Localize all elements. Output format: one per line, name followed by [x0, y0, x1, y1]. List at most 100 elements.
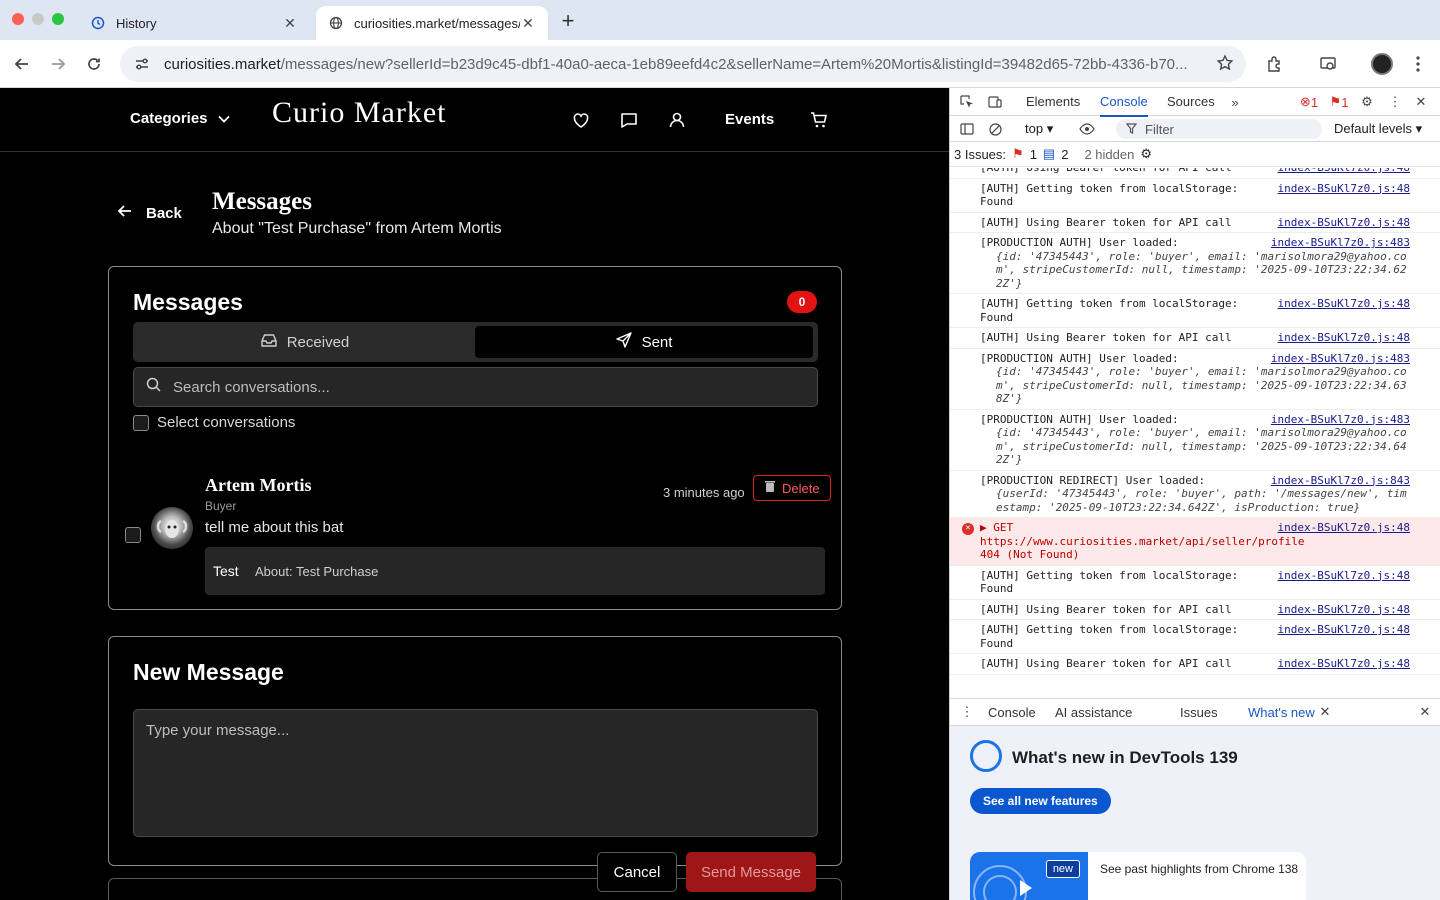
log-source-link[interactable]: index-BSuKl7z0.js:48 [1278, 521, 1410, 535]
issues-settings-icon[interactable]: ⚙ [1140, 146, 1152, 162]
page-subtitle: About "Test Purchase" from Artem Mortis [212, 220, 502, 237]
profile-avatar[interactable] [1370, 52, 1394, 76]
cancel-button[interactable]: Cancel [597, 852, 677, 892]
log-source-link[interactable]: index-BSuKl7z0.js:48 [1278, 569, 1410, 583]
log-source-link[interactable]: index-BSuKl7z0.js:48 [1278, 168, 1410, 175]
tab-history[interactable]: History ✕ [78, 6, 310, 40]
received-tab[interactable]: Received [136, 326, 474, 358]
log-source-link[interactable]: index-BSuKl7z0.js:48 [1278, 216, 1410, 230]
conversation-name: Artem Mortis [205, 475, 312, 495]
issues-error-icon: ⚑ [1012, 146, 1024, 161]
issues-bar[interactable]: 3 Issues: ⚑ 1 ▤ 2 2 hidden ⚙ [950, 142, 1440, 167]
events-link[interactable]: Events [725, 111, 774, 128]
cart-icon[interactable] [809, 110, 829, 130]
minimize-window-button[interactable] [32, 13, 44, 25]
tab-sources[interactable]: Sources [1167, 94, 1215, 109]
see-all-features-button[interactable]: See all new features [970, 788, 1111, 814]
select-conversations-label: Select conversations [157, 414, 296, 431]
close-drawer-tab-icon[interactable]: ✕ [1316, 703, 1334, 721]
drawer-tab-issues[interactable]: Issues [1180, 705, 1218, 720]
log-source-link[interactable]: index-BSuKl7z0.js:48 [1278, 331, 1410, 345]
new-message-title: New Message [133, 659, 284, 685]
eye-icon[interactable] [1078, 120, 1096, 138]
browser-menu-icon[interactable] [1406, 52, 1430, 76]
log-source-link[interactable]: index-BSuKl7z0.js:48 [1278, 182, 1410, 196]
log-source-link[interactable]: index-BSuKl7z0.js:483 [1271, 352, 1410, 366]
devtools-menu-icon[interactable]: ⋮ [1386, 93, 1404, 111]
log-source-link[interactable]: index-BSuKl7z0.js:48 [1278, 603, 1410, 617]
categories-menu[interactable]: Categories [130, 110, 230, 127]
close-window-button[interactable] [12, 13, 24, 25]
log-source-link[interactable]: index-BSuKl7z0.js:48 [1278, 657, 1410, 671]
address-bar[interactable]: curiosities.market/messages/new?sellerId… [120, 46, 1246, 82]
conversation-time: 3 minutes ago [663, 485, 745, 500]
avatar [151, 507, 193, 549]
error-count[interactable]: ⊗ 1 [1292, 93, 1326, 111]
tab-console[interactable]: Console [1100, 94, 1148, 117]
back-button[interactable]: Back [117, 204, 182, 222]
more-tabs-icon[interactable]: » [1226, 93, 1244, 111]
bookmark-star-icon[interactable] [1216, 54, 1234, 77]
issues-label: 3 Issues: [954, 146, 1007, 162]
close-devtools-icon[interactable]: ✕ [1412, 93, 1430, 111]
sent-tab[interactable]: Sent [475, 326, 813, 358]
close-tab-icon[interactable]: ✕ [282, 15, 298, 31]
user-icon[interactable] [667, 110, 687, 130]
page-title: Messages [212, 188, 312, 215]
new-tab-button[interactable]: + [556, 8, 580, 33]
heart-icon[interactable] [571, 110, 591, 130]
delete-button[interactable]: Delete [753, 475, 831, 501]
select-all-checkbox[interactable] [133, 414, 149, 431]
site-settings-icon[interactable] [132, 54, 152, 74]
log-source-link[interactable]: index-BSuKl7z0.js:48 [1278, 623, 1410, 637]
reload-icon[interactable] [82, 52, 106, 76]
media-cast-icon[interactable] [1316, 52, 1340, 76]
log-message: [PRODUCTION AUTH] User loaded: [980, 236, 1179, 249]
log-object[interactable]: {id: '47345443', role: 'buyer', email: '… [980, 250, 1411, 291]
drawer-tab-console[interactable]: Console [988, 705, 1036, 720]
send-message-button[interactable]: Send Message [686, 852, 816, 892]
log-object[interactable]: {id: '47345443', role: 'buyer', email: '… [980, 365, 1411, 406]
conversation-checkbox[interactable] [125, 527, 141, 543]
listing-reference[interactable]: Test About: Test Purchase [205, 547, 825, 595]
filter-input[interactable]: Filter [1116, 119, 1322, 139]
log-message: [AUTH] Using Bearer token for API call [980, 168, 1260, 175]
message-square-icon[interactable] [619, 110, 639, 130]
log-object[interactable]: {id: '47345443', role: 'buyer', email: '… [980, 426, 1411, 467]
close-tab-icon[interactable]: ✕ [520, 15, 536, 31]
search-input[interactable] [173, 378, 773, 396]
back-arrow-icon[interactable] [10, 52, 34, 76]
tab-messages[interactable]: curiosities.market/messages/ ✕ [316, 6, 548, 40]
site-logo[interactable]: Curio Market [272, 96, 446, 130]
maximize-window-button[interactable] [52, 13, 64, 25]
past-highlights-card[interactable]: new See past highlights from Chrome 138 [970, 852, 1306, 900]
log-object[interactable]: {userId: '47345443', role: 'buyer', path… [980, 487, 1411, 514]
log-source-link[interactable]: index-BSuKl7z0.js:483 [1271, 236, 1410, 250]
message-textarea[interactable] [133, 709, 818, 837]
select-conversations[interactable]: Select conversations [133, 414, 295, 431]
settings-gear-icon[interactable]: ⚙ [1358, 93, 1376, 111]
forward-arrow-icon[interactable] [46, 52, 70, 76]
tab-elements[interactable]: Elements [1026, 94, 1080, 109]
close-drawer-icon[interactable]: ✕ [1416, 703, 1434, 721]
drawer-tab-whats-new[interactable]: What's new [1242, 705, 1329, 728]
device-toolbar-icon[interactable] [986, 93, 1004, 111]
tab-title: History [116, 15, 157, 31]
log-source-link[interactable]: index-BSuKl7z0.js:483 [1271, 413, 1410, 427]
extensions-icon[interactable] [1262, 52, 1286, 76]
drawer-tab-bar: ⋮ Console AI assistance Issues What's ne… [950, 698, 1440, 728]
sent-label: Sent [641, 333, 673, 351]
context-selector[interactable]: top ▾ [1025, 121, 1053, 137]
drawer-menu-icon[interactable]: ⋮ [958, 703, 976, 721]
clear-console-icon[interactable] [986, 120, 1004, 138]
sidebar-toggle-icon[interactable] [958, 120, 976, 138]
log-source-link[interactable]: index-BSuKl7z0.js:48 [1278, 297, 1410, 311]
devtools-panel: Elements Console Sources » ⊗ 1 ⚑ 1 ⚙ ⋮ ✕ t… [949, 88, 1440, 900]
log-levels-dropdown[interactable]: Default levels ▾ [1334, 121, 1422, 137]
log-source-link[interactable]: index-BSuKl7z0.js:843 [1271, 474, 1410, 488]
conversation-item[interactable]: Artem Mortis Buyer 3 minutes ago Delete … [123, 467, 831, 597]
drawer-tab-ai-assistance[interactable]: AI assistance [1055, 705, 1132, 720]
inspect-element-icon[interactable] [958, 93, 976, 111]
warning-count[interactable]: ⚑ 1 [1326, 93, 1352, 111]
console-error-row: ✕ ▶ GET https://www.curiosities.market/ap… [950, 518, 1440, 566]
